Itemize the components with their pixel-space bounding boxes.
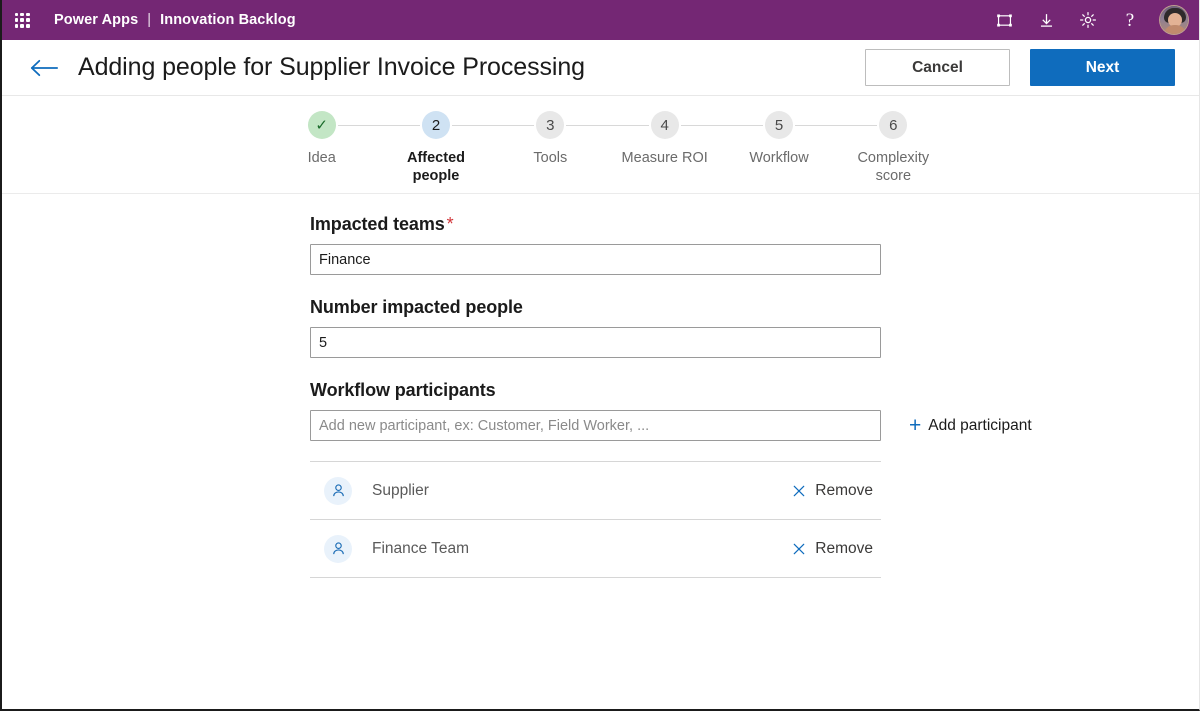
table-row[interactable]: Supplier Remove xyxy=(310,462,881,519)
field-workflow-participants: Workflow participants + Add participant xyxy=(310,380,1040,578)
participant-name: Finance Team xyxy=(372,539,470,557)
remove-label: Remove xyxy=(815,539,873,557)
stepper-track: ✓ Idea 2 Affected people 3 Tools 4 Measu… xyxy=(251,110,951,185)
step-circle-row: ✓ xyxy=(265,110,379,140)
participant-list: Supplier Remove Finance Team Remove xyxy=(310,461,881,578)
brand-separator: | xyxy=(147,12,152,28)
person-icon xyxy=(324,476,352,505)
brand-area[interactable]: Power Apps | Innovation Backlog xyxy=(54,12,296,28)
participant-input-row: + Add participant xyxy=(310,410,1040,441)
close-icon xyxy=(792,484,806,498)
step-measure-roi[interactable]: 4 Measure ROI xyxy=(607,110,722,167)
workflow-participants-label: Workflow participants xyxy=(310,380,496,400)
form-area: Impacted teams* Number impacted people W… xyxy=(2,194,1199,578)
number-impacted-people-input[interactable] xyxy=(310,327,881,358)
step-marker: 6 xyxy=(879,111,908,139)
step-label: Idea xyxy=(307,150,336,166)
step-circle-row: 6 xyxy=(836,110,950,140)
step-connector-left xyxy=(721,125,763,126)
step-label: Workflow xyxy=(749,150,809,166)
step-circle-row: 2 xyxy=(378,110,494,140)
avatar[interactable] xyxy=(1159,5,1189,35)
step-workflow[interactable]: 5 Workflow xyxy=(721,110,837,167)
brand-name: Power Apps xyxy=(54,12,139,28)
step-connector-right xyxy=(337,125,379,126)
step-tools[interactable]: 3 Tools xyxy=(493,110,608,167)
remove-participant-button[interactable]: Remove xyxy=(792,540,873,558)
step-marker: 3 xyxy=(536,111,565,139)
step-connector-left xyxy=(493,125,535,126)
app-name: Innovation Backlog xyxy=(160,12,296,28)
step-connector-right xyxy=(680,125,722,126)
back-arrow-icon[interactable] xyxy=(24,48,64,88)
step-marker: 5 xyxy=(764,111,793,139)
step-marker: 2 xyxy=(422,111,450,139)
help-glyph: ? xyxy=(1125,9,1135,31)
waffle-grid xyxy=(14,12,30,28)
step-circle-row: 4 xyxy=(607,110,722,140)
new-participant-input[interactable] xyxy=(310,410,881,441)
field-number-impacted-people: Number impacted people xyxy=(310,297,1040,358)
remove-label: Remove xyxy=(815,481,873,499)
plus-icon: + xyxy=(909,414,922,437)
fit-to-screen-icon[interactable] xyxy=(985,3,1023,37)
step-connector-right xyxy=(452,125,494,126)
step-idea[interactable]: ✓ Idea xyxy=(265,110,379,167)
step-connector-left xyxy=(836,125,878,126)
step-marker: 4 xyxy=(650,111,679,139)
impacted-teams-label-text: Impacted teams xyxy=(310,214,445,234)
impacted-teams-label: Impacted teams * xyxy=(310,214,1040,235)
step-complexity-score[interactable]: 6 Complexity score xyxy=(836,110,950,185)
next-button[interactable]: Next xyxy=(1030,49,1175,86)
remove-participant-button[interactable]: Remove xyxy=(792,482,873,500)
participant-name: Supplier xyxy=(372,481,429,499)
close-icon xyxy=(792,542,806,556)
download-icon[interactable] xyxy=(1027,3,1065,37)
step-circle-row: 5 xyxy=(721,110,837,140)
step-label: Complexity score xyxy=(857,150,930,184)
step-connector-right xyxy=(566,125,608,126)
step-label: Affected people xyxy=(406,150,465,184)
add-participant-label: Add participant xyxy=(928,416,1032,434)
step-connector-right xyxy=(794,125,837,126)
field-impacted-teams: Impacted teams * xyxy=(310,214,1040,275)
cancel-button[interactable]: Cancel xyxy=(865,49,1010,86)
wizard-stepper: ✓ Idea 2 Affected people 3 Tools 4 Measu… xyxy=(2,96,1199,194)
page-title: Adding people for Supplier Invoice Proce… xyxy=(78,53,585,81)
person-icon xyxy=(324,534,352,563)
step-connector-left xyxy=(378,125,421,126)
suite-header-bar: Power Apps | Innovation Backlog ? xyxy=(2,0,1199,40)
step-label: Measure ROI xyxy=(621,150,708,166)
impacted-teams-input[interactable] xyxy=(310,244,881,275)
app-window: Power Apps | Innovation Backlog ? Adding… xyxy=(0,0,1200,711)
step-marker-check-icon: ✓ xyxy=(307,111,336,139)
required-asterisk: * xyxy=(446,214,454,234)
settings-gear-icon[interactable] xyxy=(1069,3,1107,37)
help-icon[interactable]: ? xyxy=(1111,3,1149,37)
step-affected-people[interactable]: 2 Affected people xyxy=(378,110,494,185)
step-label: Tools xyxy=(533,150,568,166)
app-launcher-icon[interactable] xyxy=(8,6,36,34)
list-divider xyxy=(310,577,881,578)
table-row[interactable]: Finance Team Remove xyxy=(310,520,881,577)
form-content: Impacted teams* Number impacted people W… xyxy=(310,214,1040,578)
number-impacted-people-label: Number impacted people xyxy=(310,297,523,317)
step-circle-row: 3 xyxy=(493,110,608,140)
page-title-bar: Adding people for Supplier Invoice Proce… xyxy=(2,40,1199,96)
suite-actions: ? xyxy=(985,3,1189,37)
add-participant-button[interactable]: + Add participant xyxy=(909,415,1032,436)
step-connector-left xyxy=(607,125,649,126)
